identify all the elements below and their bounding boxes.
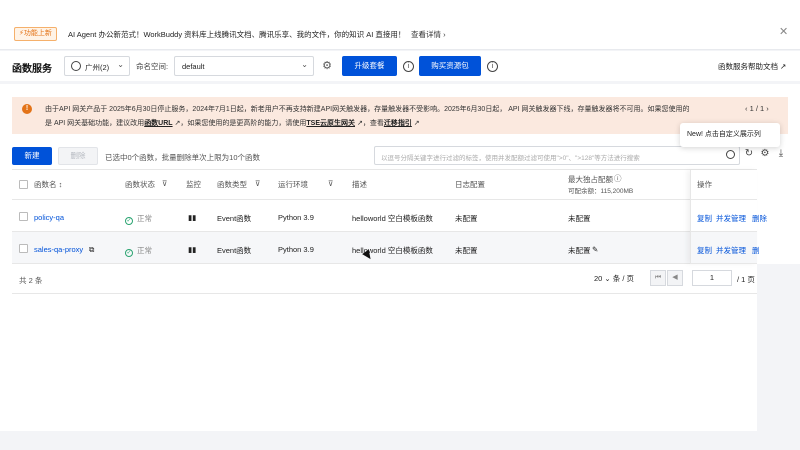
region-select[interactable]: 广州(2) ⌄ [64,56,130,76]
select-all-checkbox[interactable] [19,180,28,189]
log-config: 未配置 [455,214,478,223]
new-function-button[interactable]: 新建 [12,147,52,165]
quota-value: 未配置 [568,214,591,223]
gear-icon[interactable]: ⚙ [320,59,334,73]
col-runtime: 运行环境 [278,180,308,189]
info-icon[interactable]: i [403,61,414,72]
function-url-link[interactable]: 函数URL [144,120,172,127]
actions-column-divider [690,170,757,264]
selection-info: 已选中0个函数，批量删除单次上限为10个函数 [105,153,261,162]
filter-icon[interactable]: ⊽ [255,179,261,188]
function-type: Event函数 [217,246,252,255]
check-circle-icon: ✓ [125,217,133,225]
page-input[interactable]: 1 [692,270,732,286]
delete-button[interactable]: 删除 [58,147,98,165]
notice-text: ↗ [411,120,420,127]
table-row: sales-qa-proxy ⧉ ✓ 正常 ▮▮ Event函数 Python 3… [12,232,760,264]
bar-chart-icon[interactable]: ▮▮ [188,245,196,254]
table-header: 函数名 ↕ 函数状态 ⊽ 监控 函数类型 ⊽ 运行环境 ⊽ 描述 日志配置 最大… [12,170,757,200]
migration-guide-link[interactable]: 迁移指引 [384,120,412,127]
page-title: 函数服务 [12,64,52,75]
notice-pager[interactable]: ‹ 1 / 1 › [745,104,769,113]
edit-icon[interactable]: ✎ [592,245,598,254]
search-icon[interactable] [726,150,735,159]
total-count: 共 2 条 [19,276,43,285]
notice-text: ↗，如果您使用的是更高阶的能力，请使用 [172,120,307,127]
status-cell: ✓ 正常 [125,213,152,225]
notice-line-1: 由于API 网关产品于 2025年6月30日停止服务，2024年7月1日起，新老… [45,106,690,113]
row-checkbox[interactable] [19,212,28,221]
description: helloworld 空白模板函数 [352,214,433,223]
col-name[interactable]: 函数名 ↕ [34,179,62,190]
col-status: 函数状态 [125,180,155,189]
function-type: Event函数 [217,214,252,223]
runtime: Python 3.9 [278,213,314,222]
col-log-config: 日志配置 [455,180,485,189]
status-text: 正常 [137,214,152,223]
tse-gateway-link[interactable]: TSE云原生网关 [306,120,355,127]
status-text: 正常 [137,246,152,255]
chevron-down-icon: ⌄ [301,60,308,69]
custom-columns-tooltip: New! 点击自定义展示列 [680,123,780,147]
namespace-label: 命名空间: [136,62,169,71]
search-input[interactable]: 以逗号分隔关键字进行过滤的标签，使用并发配额过滤可使用">0"、">128"等方… [374,146,740,165]
search-placeholder: 以逗号分隔关键字进行过滤的标签，使用并发配额过滤可使用">0"、">128"等方… [381,155,640,162]
filter-icon[interactable]: ⊽ [162,179,168,188]
copy-icon[interactable]: ⧉ [89,245,94,255]
chevron-down-icon: ⌄ [117,60,124,69]
page-size-select[interactable]: 20 ⌄ 条 / 页 [594,273,634,284]
notice-text: 是 API 网关基础功能，建议改用 [45,120,145,127]
region-value: 广州(2) [85,63,110,72]
check-circle-icon: ✓ [125,249,133,257]
col-monitor: 监控 [186,180,201,189]
bar-chart-icon[interactable]: ▮▮ [188,213,196,222]
right-panel-shade [757,264,800,450]
filter-icon[interactable]: ⊽ [328,179,334,188]
refresh-icon[interactable]: ↻ [743,148,755,160]
info-icon[interactable]: ⓘ [614,173,622,184]
quota-available: 可配余额：115,200MB [568,188,634,195]
namespace-value: default [182,62,205,71]
deprecation-notice: ! 由于API 网关产品于 2025年6月30日停止服务，2024年7月1日起，… [12,97,788,134]
pagination-bar: 共 2 条 20 ⌄ 条 / 页 ⏮ ◀ 1 / 1 页 [12,264,757,294]
function-name-link[interactable]: policy-qa [34,213,64,222]
status-cell: ✓ 正常 [125,245,152,257]
notice-line-2: 是 API 网关基础功能，建议改用函数URL ↗，如果您使用的是更高阶的能力，请… [45,118,420,128]
function-name-link[interactable]: sales-qa-proxy [34,245,83,254]
bottom-shade [0,431,800,450]
buy-resource-pack-button[interactable]: 购买资源包 [419,56,481,76]
prev-page-icon[interactable]: ◀ [667,270,683,286]
log-config: 未配置 [455,246,478,255]
warning-icon: ! [22,104,32,114]
gear-icon[interactable]: ⚙ [759,148,771,160]
col-quota: 最大独占配额 [568,175,613,184]
upgrade-plan-button[interactable]: 升级套餐 [342,56,397,76]
total-pages: / 1 页 [737,275,755,284]
quota-value: 未配置 [568,246,591,255]
table-row: policy-qa ✓ 正常 ▮▮ Event函数 Python 3.9 hell… [12,200,767,232]
row-checkbox[interactable] [19,244,28,253]
help-docs-link[interactable]: 函数服务帮助文档 ↗ [718,61,786,72]
main-content: ! 由于API 网关产品于 2025年6月30日停止服务，2024年7月1日起，… [0,84,800,450]
functions-table: 函数名 ↕ 函数状态 ⊽ 监控 函数类型 ⊽ 运行环境 ⊽ 描述 日志配置 最大… [12,169,767,264]
namespace-select[interactable]: default ⌄ [174,56,314,76]
notice-text: ↗，查看 [355,120,384,127]
first-page-icon[interactable]: ⏮ [650,270,666,286]
col-description: 描述 [352,180,367,189]
globe-icon [71,61,81,71]
announcement-details-link[interactable]: 查看详情 › [411,29,446,40]
download-icon[interactable]: ⤓ [775,148,787,160]
feature-badge: ⚡功能上新 [14,27,57,41]
col-type: 函数类型 [217,180,247,189]
announcement-text: AI Agent 办公新范式！WorkBuddy 资料库上线腾讯文档、腾讯乐享、… [68,30,406,39]
page-header: 函数服务 广州(2) ⌄ 命名空间: default ⌄ ⚙ 升级套餐 i 购买… [0,51,800,81]
close-icon[interactable]: ✕ [779,25,788,38]
announcement-bar: ⚡功能上新 AI Agent 办公新范式！WorkBuddy 资料库上线腾讯文档… [0,0,800,50]
runtime: Python 3.9 [278,245,314,254]
info-icon[interactable]: i [487,61,498,72]
